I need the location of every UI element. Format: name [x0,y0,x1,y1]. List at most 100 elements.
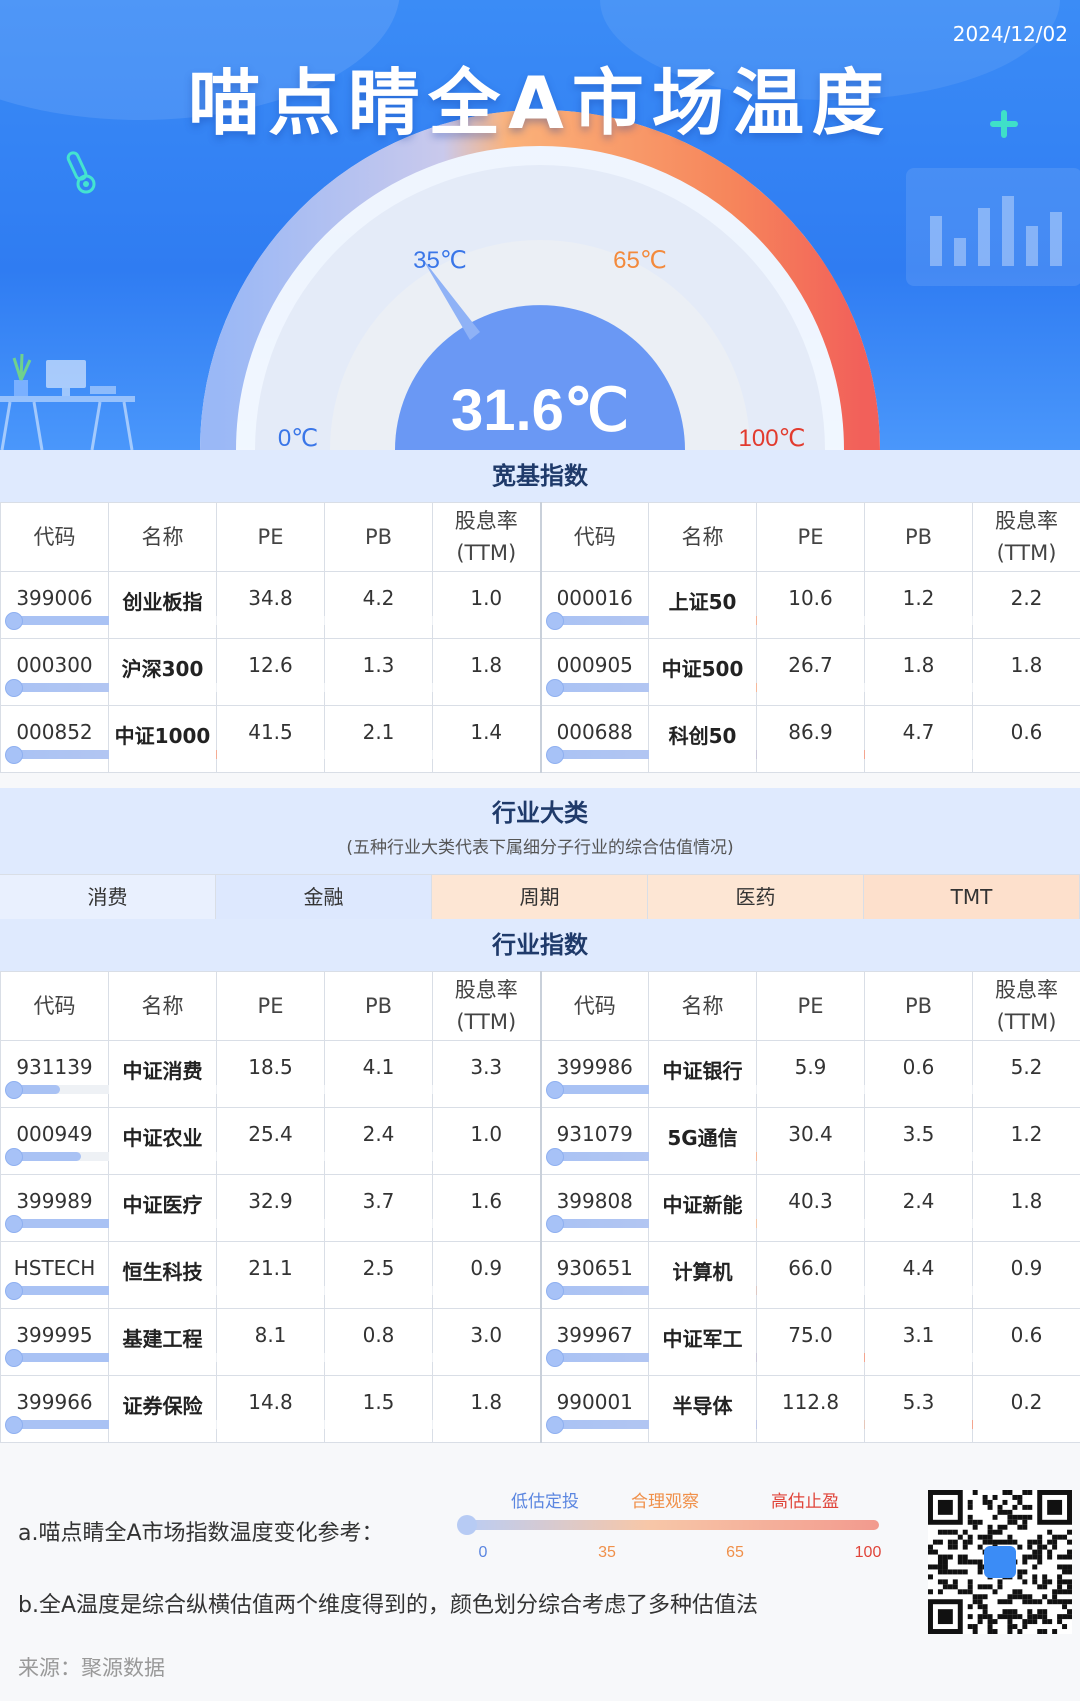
cell-dy: 0.6 [972,1308,1080,1376]
cell-dy-text: 1.8 [470,1390,503,1414]
cell-dy: 1.2 [972,1107,1080,1175]
cell-code: 000949 [0,1107,535,1175]
qr-code-icon [928,1490,1072,1634]
table-row: 000949 中证农业 25.4 2.4 1.0 931079 5G通信 30.4 3.5 1.2 [0,1107,1080,1175]
cell-pb: 3.1 [864,1308,973,1376]
cell-pb-text: 1.2 [902,586,935,610]
valuation-bar-knob [545,1081,564,1099]
column-header-sublabel: (TTM) [456,1010,517,1034]
cell-dy-text: 1.8 [1010,653,1043,677]
page: 0℃ 35℃ 65℃ 100℃ 31.6℃ 2024/12/02 喵点睛全A市场… [0,0,1080,1701]
gauge-label-65: 65℃ [613,247,667,274]
cell-dy-text: 1.6 [470,1189,503,1213]
cell-pe: 30.4 [756,1107,865,1175]
cell-pe-text: 18.5 [248,1055,293,1079]
cell-code-text: 399967 [556,1323,633,1347]
cell-name-text: 中证军工 [662,1327,743,1351]
cell-name-text: 中证新能 [662,1193,743,1217]
valuation-bar-knob [5,1148,23,1166]
cell-dy-text: 1.2 [1010,1122,1043,1146]
cell-code: 399989 [0,1174,535,1242]
cell-pb: 0.8 [324,1308,433,1376]
cell-pe: 12.6 [216,638,325,706]
cell-pb: 2.4 [324,1107,433,1175]
column-header: PB [864,502,973,572]
cell-pb-text: 3.5 [902,1122,935,1146]
column-header-sublabel: (TTM) [996,541,1057,565]
cell-pb: 3.7 [324,1174,433,1242]
column-header: 代码 [539,971,649,1041]
cell-dy-text: 1.0 [470,1122,503,1146]
cell-code-text: 399006 [16,586,93,610]
valuation-bar-knob [545,1282,564,1300]
cell-dy: 3.3 [432,1040,541,1108]
cell-pe: 34.8 [216,571,325,639]
cell-pe-text: 14.8 [248,1390,293,1414]
cell-pb-text: 3.1 [902,1323,935,1347]
table-header-row: 代码 名称 PE PB 股息率 (TTM) 代码 名称 PE PB 股息率 (TTM) [0,502,1080,572]
cell-code-text: 000688 [556,720,633,744]
cell-pb-text: 4.7 [902,720,935,744]
column-header: 名称 [108,502,217,572]
cell-pe: 5.9 [756,1040,865,1108]
legend-label-low: 低估定投 [511,1492,579,1511]
column-header: 代码 [0,502,109,572]
cell-name-text: 创业板指 [122,590,203,614]
valuation-bar-knob [5,1081,23,1099]
valuation-bar-knob [5,1282,23,1300]
industry-index-table: 代码 名称 PE PB 股息率 (TTM) 代码 名称 PE PB 股息率 (TTM) 931139 中证… [0,971,1080,1443]
cell-pe-text: 32.9 [248,1189,293,1213]
table-row: 931139 中证消费 18.5 4.1 3.3 399986 中证银行 5.9 0.6 5.2 [0,1040,1080,1108]
cell-code: 000300 [0,638,535,706]
cell-dy-text: 3.3 [470,1055,503,1079]
cell-dy-text: 1.0 [470,586,503,610]
cell-dy-text: 3.0 [470,1323,503,1347]
cell-pb: 2.5 [324,1241,433,1309]
note-a: a.喵点睛全A市场指数温度变化参考： [18,1521,384,1546]
cell-name-text: 5G通信 [667,1126,738,1150]
cell-dy-text: 1.4 [470,720,503,744]
header-banner: 0℃ 35℃ 65℃ 100℃ 31.6℃ 2024/12/02 喵点睛全A市场… [0,0,1080,450]
cell-code-text: HSTECH [13,1256,96,1280]
valuation-bar-knob [5,612,23,630]
valuation-bar-knob [545,1215,564,1233]
cell-dy-text: 1.8 [1010,1189,1043,1213]
cell-dy-text: 0.9 [470,1256,503,1280]
cell-code: 000688 [539,705,1076,773]
cell-dy-text: 2.2 [1010,586,1043,610]
column-header-label: PE [257,525,284,549]
cell-dy-text: 0.9 [1010,1256,1043,1280]
cell-name: 证券保险 [108,1375,217,1443]
cell-pe-text: 12.6 [248,653,293,677]
cell-code-text: 000852 [16,720,93,744]
cell-name: 中证消费 [108,1040,217,1108]
category-tab: TMT [864,875,1080,919]
table-row: 399966 证券保险 14.8 1.5 1.8 990001 半导体 112.8 5.3 0.2 [0,1375,1080,1443]
cell-code: 931139 [0,1040,535,1108]
valuation-bar-knob [5,1215,23,1233]
cell-pe-text: 40.3 [788,1189,833,1213]
category-tabs: 消费 金融 周期 医药 TMT [0,874,1080,920]
gauge-label-zero: 0℃ [278,425,318,450]
column-header-label: PE [797,525,824,549]
cell-pe: 32.9 [216,1174,325,1242]
valuation-bar-knob [545,1148,564,1166]
cell-name: 中证农业 [108,1107,217,1175]
cell-code-text: 000949 [16,1122,93,1146]
cell-pe-text: 30.4 [788,1122,833,1146]
cell-pe: 86.9 [756,705,865,773]
cell-dy: 1.4 [432,705,541,773]
cell-pb: 4.7 [864,705,973,773]
column-header: PB [324,502,433,572]
cell-pe: 26.7 [756,638,865,706]
cell-dy-text: 0.2 [1010,1390,1043,1414]
legend-label-mid: 合理观察 [631,1492,699,1511]
column-header: PB [324,971,433,1041]
cell-dy: 3.0 [432,1308,541,1376]
cell-code: 931079 [539,1107,1076,1175]
cell-code: HSTECH [0,1241,535,1309]
cell-name: 5G通信 [648,1107,757,1175]
cell-pe: 40.3 [756,1174,865,1242]
temperature-value: 31.6℃ [451,378,629,443]
cell-pe: 66.0 [756,1241,865,1309]
